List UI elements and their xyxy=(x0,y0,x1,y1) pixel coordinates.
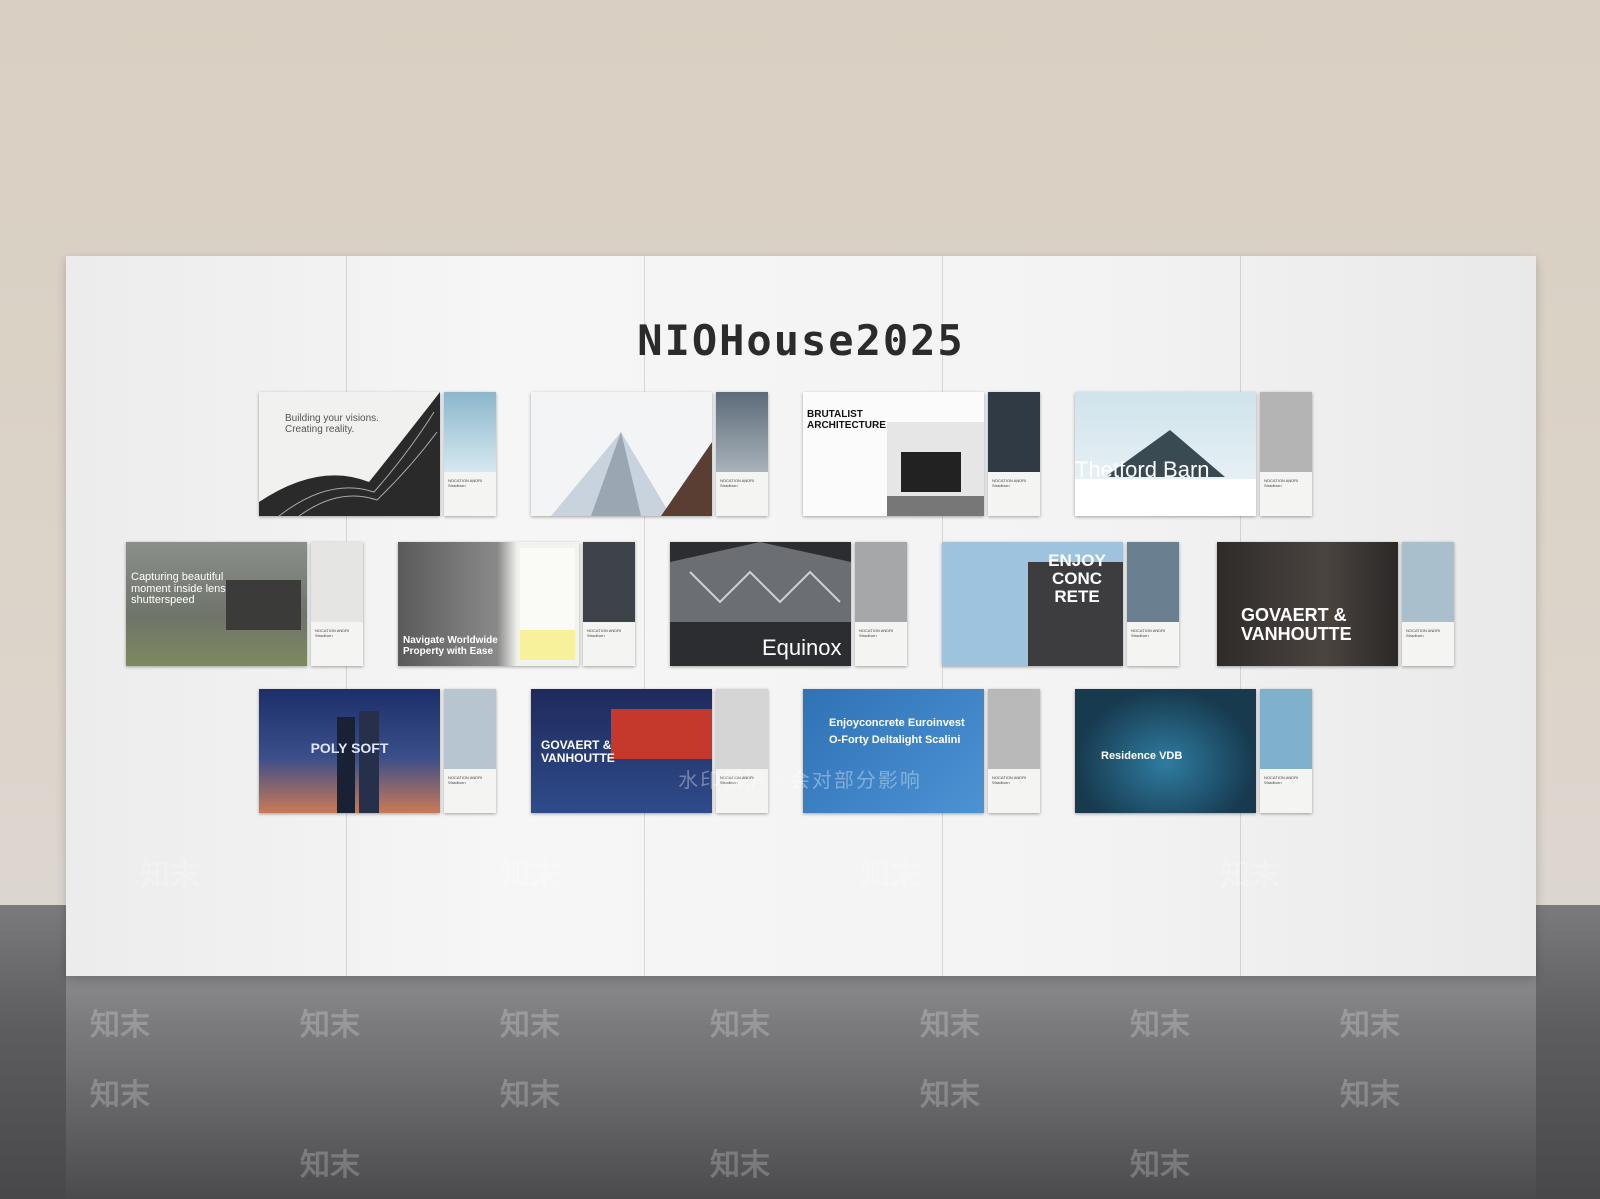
board-headline: ENJOY CONC RETE xyxy=(1048,551,1106,606)
board-caption: NOCATION ANDRI Stradburn xyxy=(720,478,755,488)
board-caption: NOCATION ANDRI Stradburn xyxy=(1131,628,1166,638)
house-image xyxy=(226,580,301,630)
board-thumb xyxy=(1402,542,1454,622)
exhibition-title: NIOHouse2025 xyxy=(637,316,965,365)
board-caption: NOCATION ANDRI Stradburn xyxy=(315,628,350,638)
board-side: NOCATION ANDRI Stradburn xyxy=(988,392,1040,516)
board-headline: Equinox xyxy=(762,635,842,660)
board-main: GOVAERT & VANHOUTTE xyxy=(1217,542,1398,666)
board-caption: NOCATION ANDRI Stradburn xyxy=(1406,628,1441,638)
board-main: Capturing beautiful moment inside lens a… xyxy=(126,542,307,666)
board-headline: Thetford Barn xyxy=(1075,457,1210,482)
display-wall: NIOHouse2025 Building your visions. Crea… xyxy=(66,256,1536,976)
board-caption: NOCATION ANDRI Stradburn xyxy=(992,478,1027,488)
board-thumb xyxy=(988,392,1040,472)
board-main: Residence VDB xyxy=(1075,689,1256,813)
board-thumb xyxy=(1127,542,1179,622)
board-main: BRUTALIST ARCHITECTURE xyxy=(803,392,984,516)
board-headline: BRUTALIST ARCHITECTURE xyxy=(807,409,886,431)
board-main: Equinox xyxy=(670,542,851,666)
board-side: NOCATION ANDRI Stradburn xyxy=(988,689,1040,813)
glass-building-image xyxy=(551,432,712,516)
board-thumb xyxy=(444,392,496,472)
board-side: NOCATION ANDRI Stradburn xyxy=(1402,542,1454,666)
board-side: NOCATION ANDRI Stradburn xyxy=(444,689,496,813)
board-side: NOCATION ANDRI Stradburn xyxy=(716,689,768,813)
board-side: NOCATION ANDRI Stradburn xyxy=(1260,689,1312,813)
board-thumb xyxy=(583,542,635,622)
board-main: GOVAERT & VANHOUTTE xyxy=(531,689,712,813)
board-side: NOCATION ANDRI Stradburn xyxy=(1127,542,1179,666)
board-caption: NOCATION ANDRI Stradburn xyxy=(587,628,622,638)
board-headline: GOVAERT & VANHOUTTE xyxy=(1241,605,1352,644)
board-headline: Residence VDB xyxy=(1101,750,1183,762)
board-main: ENJOY CONC RETE xyxy=(942,542,1123,666)
board-side: NOCATION ANDRI Stradburn xyxy=(716,392,768,516)
search-card xyxy=(520,548,575,660)
board-thumb xyxy=(716,689,768,769)
board-thumb xyxy=(444,689,496,769)
concrete-building-image xyxy=(887,422,984,516)
board-side: NOCATION ANDRI Stradburn xyxy=(855,542,907,666)
board-main: Building your visions. Creating reality. xyxy=(259,392,440,516)
board-headline: POLY SOFT xyxy=(310,740,389,756)
board-main: Navigate Worldwide Property with Ease xyxy=(398,542,579,666)
board-thumb xyxy=(988,689,1040,769)
board-caption: NOCATION ANDRI Stradburn xyxy=(1264,478,1299,488)
wall-reflection xyxy=(66,976,1536,1199)
watermark-strip: 水印保护 · 会对部分影响 xyxy=(678,770,922,792)
board-thumb xyxy=(311,542,363,622)
board-main xyxy=(531,392,712,516)
board-thumb xyxy=(855,542,907,622)
curved-building-image xyxy=(259,392,440,516)
board-headline: Enjoyconcrete Euroinvest O-Forty Deltali… xyxy=(829,717,965,746)
board-thumb xyxy=(716,392,768,472)
board-headline: Navigate Worldwide Property with Ease xyxy=(403,635,498,657)
board-side: NOCATION ANDRI Stradburn xyxy=(1260,392,1312,516)
board-caption: NOCATION ANDRI Stradburn xyxy=(859,628,894,638)
board-main: Enjoyconcrete Euroinvest O-Forty Deltali… xyxy=(803,689,984,813)
board-side: NOCATION ANDRI Stradburn xyxy=(444,392,496,516)
board-thumb xyxy=(1260,392,1312,472)
board-thumb xyxy=(1260,689,1312,769)
board-caption: NOCATION ANDRI Stradburn xyxy=(448,478,483,488)
board-side: NOCATION ANDRI Stradburn xyxy=(311,542,363,666)
board-main: Thetford Barn xyxy=(1075,392,1256,516)
board-headline: GOVAERT & VANHOUTTE xyxy=(541,738,615,765)
board-side: NOCATION ANDRI Stradburn xyxy=(583,542,635,666)
board-main: POLY SOFT xyxy=(259,689,440,813)
